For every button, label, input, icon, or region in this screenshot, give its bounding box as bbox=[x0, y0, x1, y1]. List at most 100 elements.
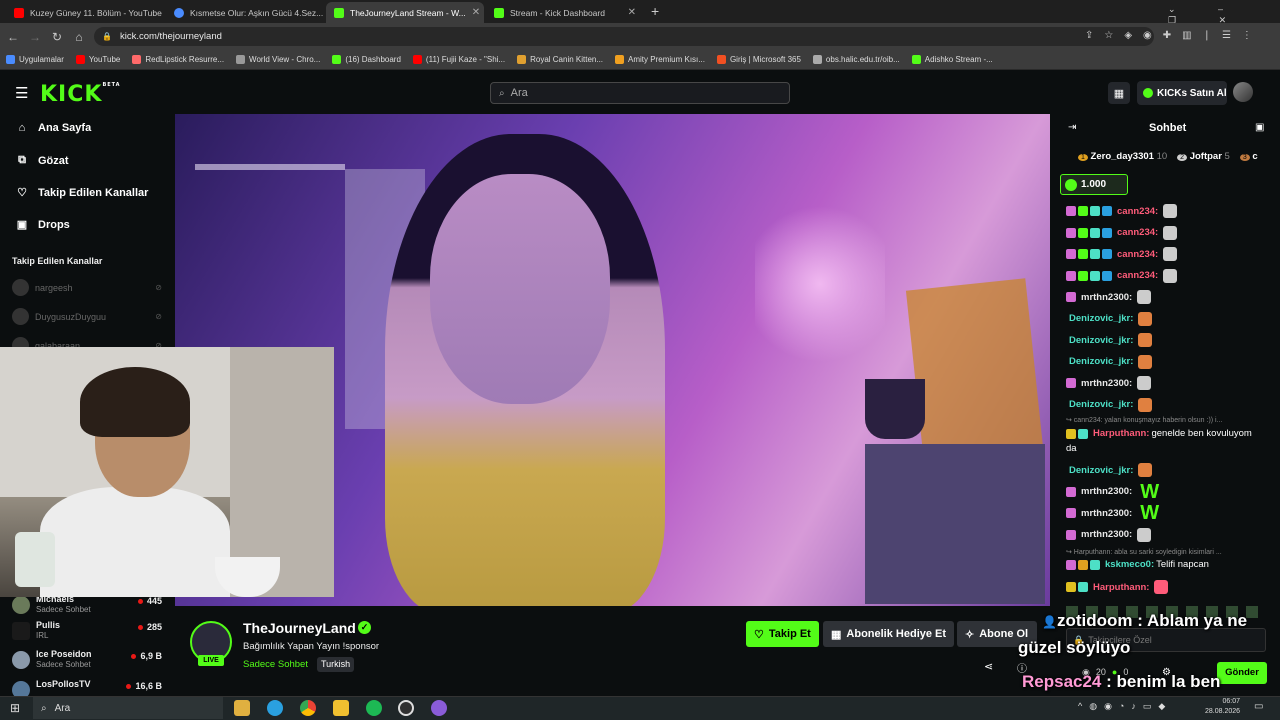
share-icon[interactable]: ⋖ bbox=[984, 660, 993, 673]
close-icon[interactable]: ✕ bbox=[472, 7, 480, 18]
browser-tab-3[interactable]: TheJourneyLand Stream - W... ✕ bbox=[326, 2, 484, 23]
menu-icon[interactable]: ☰ bbox=[15, 84, 28, 102]
chat-message[interactable]: Harputhann: bbox=[1066, 580, 1169, 594]
home-icon[interactable]: ⌂ bbox=[70, 30, 88, 44]
followed-channels-heading: Takip Edilen Kanallar bbox=[12, 256, 103, 266]
system-tray-icons[interactable]: ^◍◉◔♪▭◆ bbox=[1078, 701, 1172, 712]
notes-icon[interactable] bbox=[333, 700, 349, 716]
bookmark-item[interactable]: Uygulamalar bbox=[0, 55, 70, 64]
new-tab-button[interactable]: + bbox=[651, 3, 659, 19]
chat-username: Denizovic_jkr: bbox=[1069, 399, 1134, 410]
bookmark-item[interactable]: Adishko Stream -... bbox=[906, 55, 999, 64]
user-avatar[interactable] bbox=[1233, 82, 1253, 102]
avatar bbox=[12, 596, 30, 614]
bookmark-icon bbox=[911, 55, 921, 64]
channel-name[interactable]: TheJourneyLand bbox=[243, 620, 356, 636]
chat-message[interactable]: cann234: bbox=[1066, 247, 1178, 261]
chat-message[interactable]: Denizovic_jkr: bbox=[1066, 397, 1153, 412]
forward-icon[interactable]: → bbox=[26, 30, 44, 44]
rank: 2 bbox=[1177, 154, 1188, 161]
bookmark-item[interactable]: Royal Canin Kitten... bbox=[511, 55, 609, 64]
sidebar-item-browse[interactable]: ⧉ Gözat bbox=[16, 154, 69, 167]
language-tag[interactable]: Turkish bbox=[317, 657, 355, 672]
back-icon[interactable]: ← bbox=[4, 30, 22, 44]
chat-username: Denizovic_jkr: bbox=[1069, 464, 1134, 476]
bookmark-item[interactable]: obs.halic.edu.tr/oib... bbox=[807, 55, 906, 64]
recommended-channel[interactable]: Michaels Sadece Sohbet 445 bbox=[12, 594, 162, 620]
windows-start-icon[interactable]: ⊞ bbox=[10, 701, 20, 715]
sidebar-item-home[interactable]: ⌂ Ana Sayfa bbox=[16, 122, 92, 134]
notification-icon[interactable]: ▭ bbox=[1254, 701, 1263, 712]
taskbar-clock[interactable]: 06:07 28.08.2026 bbox=[1205, 697, 1240, 717]
search-input[interactable]: ⌕ Ara bbox=[490, 82, 790, 104]
gift-amount: 1.000 bbox=[1081, 179, 1107, 190]
chat-text: W bbox=[1140, 480, 1160, 503]
reply-preview: ↪ cann234: yalan konuşmayız haberin olsu… bbox=[1066, 417, 1223, 424]
bookmark-item[interactable]: RedLipstick Resurre... bbox=[126, 55, 230, 64]
close-icon[interactable]: ✕ bbox=[628, 7, 636, 18]
taskbar-search[interactable]: ⌕ Ara bbox=[33, 697, 223, 719]
send-button[interactable]: Gönder bbox=[1217, 662, 1267, 684]
taskbar-search-label: Ara bbox=[54, 702, 71, 714]
bookmark-icon bbox=[6, 55, 15, 64]
leader-name: Zero_day3301 bbox=[1090, 151, 1154, 162]
kick-logo[interactable]: KICKBETA bbox=[40, 82, 121, 107]
chat-message[interactable]: kskmeco0: Telifi napcan bbox=[1066, 559, 1209, 570]
chat-message[interactable]: Denizovic_jkr: bbox=[1066, 463, 1153, 477]
bookmark-item[interactable]: (11) Fujii Kaze - "Shi... bbox=[407, 55, 511, 64]
cabinet bbox=[865, 444, 1045, 604]
spotify-icon[interactable] bbox=[366, 700, 382, 716]
bookmark-item[interactable]: World View - Chro... bbox=[230, 55, 326, 64]
badge-icon bbox=[1066, 206, 1076, 216]
browser-tab-2[interactable]: Kısmetse Olur: Aşkın Gücü 4.Sez... ✕ bbox=[166, 2, 326, 23]
chat-message[interactable]: mrthn2300: bbox=[1066, 376, 1152, 390]
chat-message[interactable]: Denizovic_jkr: bbox=[1066, 311, 1153, 326]
bookmark-item[interactable]: YouTube bbox=[70, 55, 126, 64]
chat-message[interactable]: cann234: bbox=[1066, 225, 1178, 240]
kicks-coin-icon bbox=[1143, 88, 1153, 98]
obs-icon[interactable] bbox=[398, 700, 414, 716]
badge-icon bbox=[1078, 227, 1088, 238]
followed-channel[interactable]: DuygusuzDuyguu ⊘ bbox=[12, 308, 162, 325]
app-icon[interactable] bbox=[431, 700, 447, 716]
edge-icon[interactable] bbox=[267, 700, 283, 716]
browser-tab-4[interactable]: Stream - Kick Dashboard ✕ bbox=[486, 2, 644, 23]
file-explorer-icon[interactable] bbox=[234, 700, 250, 716]
chat-message[interactable]: Denizovic_jkr: bbox=[1066, 333, 1153, 347]
dashboard-icon[interactable]: ▦ bbox=[1108, 82, 1130, 104]
browser-tab-1[interactable]: Kuzey Güney 11. Bölüm - YouTube ✕ bbox=[6, 2, 166, 23]
chat-settings-icon[interactable]: ▣ bbox=[1255, 122, 1264, 133]
collapse-chat-icon[interactable]: ⇥ bbox=[1068, 122, 1076, 133]
channel-category: Sadece Sohbet bbox=[36, 660, 91, 669]
category-link[interactable]: Sadece Sohbet bbox=[243, 659, 308, 670]
emote bbox=[1163, 268, 1178, 283]
browser-extension-icons[interactable]: ⇪☆◈◉✚▥❘☰⋮ bbox=[1085, 30, 1263, 41]
verified-icon: ✓ bbox=[358, 621, 371, 634]
chat-message[interactable]: cann234: bbox=[1066, 268, 1178, 283]
bookmark-item[interactable]: Amity Premium Kısı... bbox=[609, 55, 711, 64]
gift-sub-button[interactable]: ▦ Abonelik Hediye Et bbox=[823, 621, 955, 647]
bookmark-item[interactable]: Giriş | Microsoft 365 bbox=[711, 55, 807, 64]
bookmark-item[interactable]: (16) Dashboard bbox=[326, 55, 407, 64]
viewer-count: 285 bbox=[138, 622, 162, 632]
overlay-chat-line: 👤zotidoom : Ablam ya ne bbox=[1042, 611, 1247, 631]
chrome-icon[interactable] bbox=[300, 700, 316, 716]
followed-channel[interactable]: nargeesh ⊘ bbox=[12, 279, 162, 296]
pinned-kicks-gift[interactable]: 1.000 bbox=[1060, 174, 1128, 195]
kicks-buy-button[interactable]: KICKs Satın Al bbox=[1137, 81, 1227, 105]
chat-message[interactable]: Harputhann: genelde ben kovuluyom bbox=[1066, 428, 1252, 439]
jar bbox=[15, 532, 55, 587]
follow-button[interactable]: ♡ Takip Et bbox=[746, 621, 819, 647]
chat-message[interactable]: mrthn2300: W bbox=[1066, 480, 1160, 503]
chat-message[interactable]: mrthn2300: W bbox=[1066, 503, 1159, 523]
chat-message[interactable]: Denizovic_jkr: bbox=[1066, 354, 1153, 369]
url-field[interactable]: 🔒 kick.com/thejourneyland bbox=[94, 27, 1154, 46]
chat-message[interactable]: cann234: bbox=[1066, 204, 1178, 218]
recommended-channel[interactable]: Ice Poseidon Sadece Sohbet 6,9 B bbox=[12, 649, 162, 675]
sidebar-item-drops[interactable]: ▣ Drops bbox=[16, 218, 70, 232]
recommended-channel[interactable]: Pullis IRL 285 bbox=[12, 620, 162, 646]
chat-message[interactable]: mrthn2300: bbox=[1066, 527, 1152, 542]
sidebar-item-following[interactable]: ♡ Takip Edilen Kanallar bbox=[16, 186, 148, 200]
chat-message[interactable]: mrthn2300: bbox=[1066, 290, 1152, 304]
reload-icon[interactable]: ↻ bbox=[48, 30, 66, 44]
